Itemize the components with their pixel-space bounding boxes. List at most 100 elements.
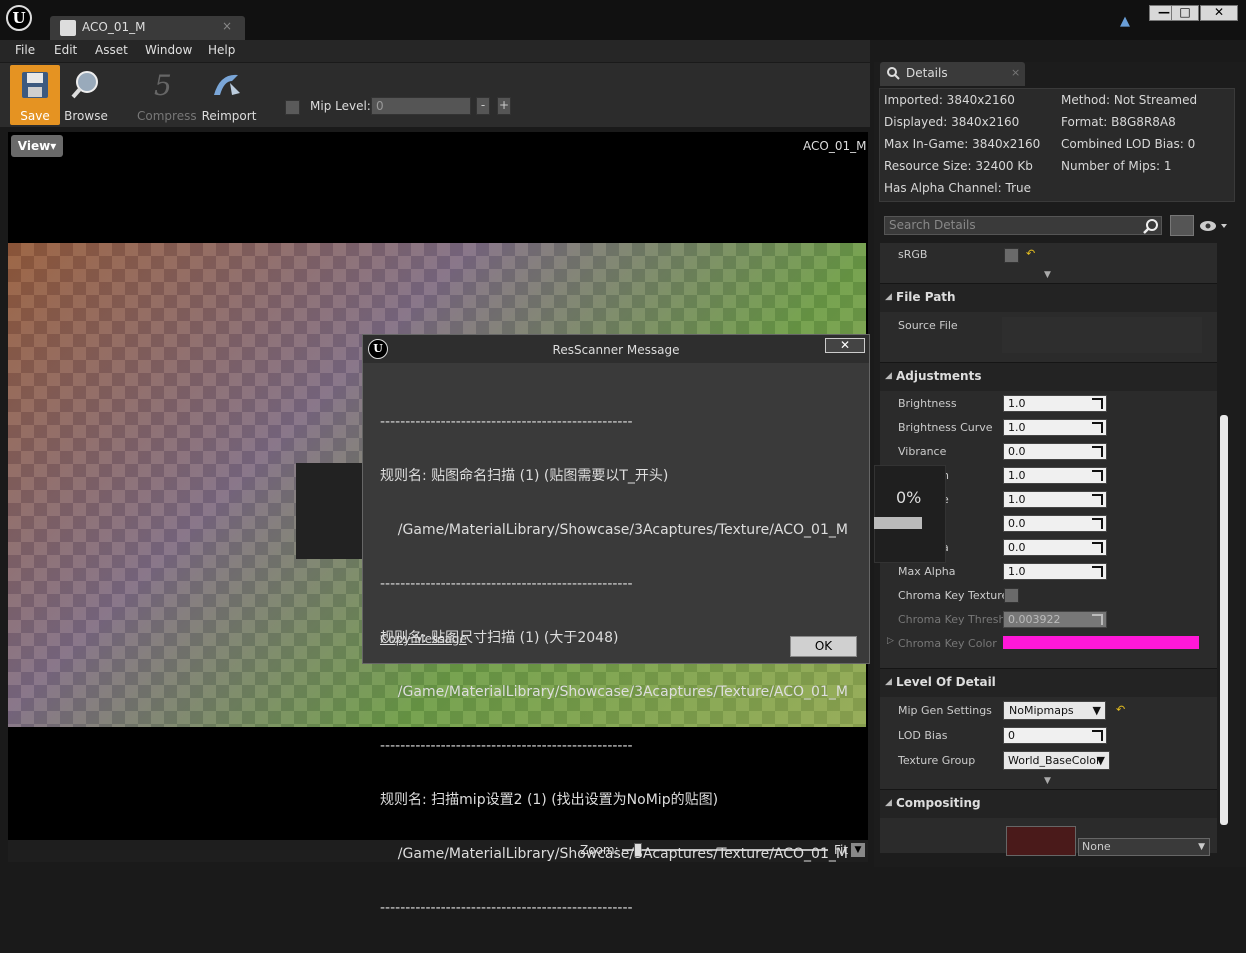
category-compositing[interactable]: ◢ Compositing [880,789,1217,818]
progress-bar [874,517,922,529]
message-line: ----------------------------------------… [380,414,633,430]
help-icon[interactable]: ▲ [1120,14,1136,29]
menu-file[interactable]: File [15,43,35,57]
adj-field-5[interactable]: 0.0 [1003,515,1107,532]
spin-icon [1092,422,1103,433]
browse-button[interactable]: Browse [61,65,111,125]
reimport-button[interactable]: Reimport [201,65,257,125]
chroma-key-color-swatch[interactable] [1003,636,1199,649]
view-menu-button[interactable]: View▾ [11,135,63,157]
reset-to-default-icon[interactable]: ↶ [1116,703,1125,716]
eye-view-options-icon[interactable] [1199,220,1229,232]
mip-minus-button[interactable]: - [476,97,490,115]
info-method: Method: Not Streamed [1061,93,1198,107]
reimport-icon [214,74,240,95]
tab-title: ACO_01_M [82,20,146,34]
chroma-key-texture-checkbox[interactable] [1004,588,1019,603]
chroma-key-threshold-value: 0.003922 [1008,613,1061,626]
message-line: ----------------------------------------… [380,900,633,916]
resscanner-message-dialog: U ResScanner Message ✕ -----------------… [362,334,870,916]
srgb-checkbox[interactable] [1004,248,1019,263]
source-file-label: Source File [898,319,958,332]
category-adjustments[interactable]: ◢ Adjustments [880,362,1217,391]
tab-close-icon[interactable]: × [222,19,232,33]
dropdown-arrow-icon: ▼ [1198,842,1205,852]
magnifier-icon [71,71,98,99]
expand-advanced-icon[interactable]: ▼ [1044,776,1051,786]
adj-value-1: 1.0 [1008,421,1026,434]
compress-button[interactable]: 5 Compress [137,65,197,125]
dropdown-arrow-icon: ▼ [1096,754,1105,767]
save-button[interactable]: Save [10,65,60,125]
mip-plus-button[interactable]: + [497,97,511,115]
save-label: Save [20,109,50,123]
spin-icon [1092,614,1103,625]
details-tab-close-icon[interactable]: × [1011,66,1020,79]
menu-asset[interactable]: Asset [95,43,128,57]
category-level-of-detail[interactable]: ◢ Level Of Detail [880,668,1217,697]
collapse-triangle-icon: ◢ [885,798,892,808]
menu-help[interactable]: Help [208,43,235,57]
spin-icon [1092,566,1103,577]
info-imported: Imported: 3840x2160 [884,93,1015,107]
expand-triangle-icon[interactable]: ▷ [887,636,894,646]
info-resource-size: Resource Size: 32400 Kb [884,159,1033,173]
adj-label-2: Vibrance [898,445,947,458]
document-tab[interactable]: ACO_01_M × [50,16,245,40]
compositing-texture-thumbnail[interactable] [1006,826,1076,856]
property-matrix-icon[interactable] [1170,215,1194,236]
lod-bias-value: 0 [1008,729,1015,742]
lod-bias-label: LOD Bias [898,729,948,742]
expand-advanced-icon[interactable]: ▼ [1044,270,1051,280]
menu-window[interactable]: Window [145,43,192,57]
chroma-key-threshold-field: 0.003922 [1003,611,1107,628]
dialog-close-button[interactable]: ✕ [825,338,865,353]
details-search-input[interactable]: Search Details [884,216,1162,235]
adj-value-6: 0.0 [1008,541,1026,554]
menu-edit[interactable]: Edit [54,43,77,57]
category-file-path[interactable]: ◢ File Path [880,283,1217,312]
adj-label-1: Brightness Curve [898,421,993,434]
mip-level-label: Mip Level: [310,99,371,113]
copy-message-link[interactable]: Copy Message [380,632,467,646]
adj-field-7[interactable]: 1.0 [1003,563,1107,580]
message-line: /Game/MaterialLibrary/Showcase/3Acapture… [380,684,848,700]
spin-icon [1092,470,1103,481]
adj-field-2[interactable]: 0.0 [1003,443,1107,460]
mip-gen-settings-dropdown[interactable]: NoMipmaps ▼ [1003,701,1106,720]
adj-value-3: 1.0 [1008,469,1026,482]
mip-level-field[interactable]: 0 [371,97,471,115]
texture-group-dropdown[interactable]: World_BaseColor ▼ [1003,751,1110,770]
adj-field-3[interactable]: 1.0 [1003,467,1107,484]
adj-field-0[interactable]: 1.0 [1003,395,1107,412]
save-icon [22,72,48,98]
collapse-triangle-icon: ◢ [885,677,892,687]
details-scrollbar[interactable] [1220,415,1228,825]
mip-level-checkbox[interactable] [285,100,300,115]
compositing-value: None [1082,840,1111,853]
compress-icon: 5 [154,69,172,101]
texture-group-value: World_BaseColor [1008,754,1101,767]
adj-value-0: 1.0 [1008,397,1026,410]
compositing-texture-dropdown[interactable]: None ▼ [1078,838,1210,856]
message-line: /Game/MaterialLibrary/Showcase/3Acapture… [380,846,848,862]
message-line: ----------------------------------------… [380,576,633,592]
ok-button[interactable]: OK [790,636,857,657]
category-adjustments-label: Adjustments [896,369,982,383]
toolbar: Save Browse 5 Compress Reimport Mip Leve… [0,62,870,127]
adj-field-4[interactable]: 1.0 [1003,491,1107,508]
spin-icon [1092,398,1103,409]
close-window-button[interactable]: ✕ [1200,5,1238,21]
spin-icon [1092,518,1103,529]
info-format: Format: B8G8R8A8 [1061,115,1176,129]
adj-field-1[interactable]: 1.0 [1003,419,1107,436]
chroma-key-texture-label: Chroma Key Texture [898,589,1009,602]
details-tab[interactable]: Details × [880,62,1025,86]
background-progress-card [296,463,362,559]
maximize-button[interactable]: □ [1171,5,1199,21]
lod-bias-field[interactable]: 0 [1003,727,1107,744]
details-magnifier-icon [887,67,900,80]
reset-to-default-icon[interactable]: ↶ [1026,247,1035,260]
search-icon[interactable] [1143,218,1159,234]
adj-field-6[interactable]: 0.0 [1003,539,1107,556]
